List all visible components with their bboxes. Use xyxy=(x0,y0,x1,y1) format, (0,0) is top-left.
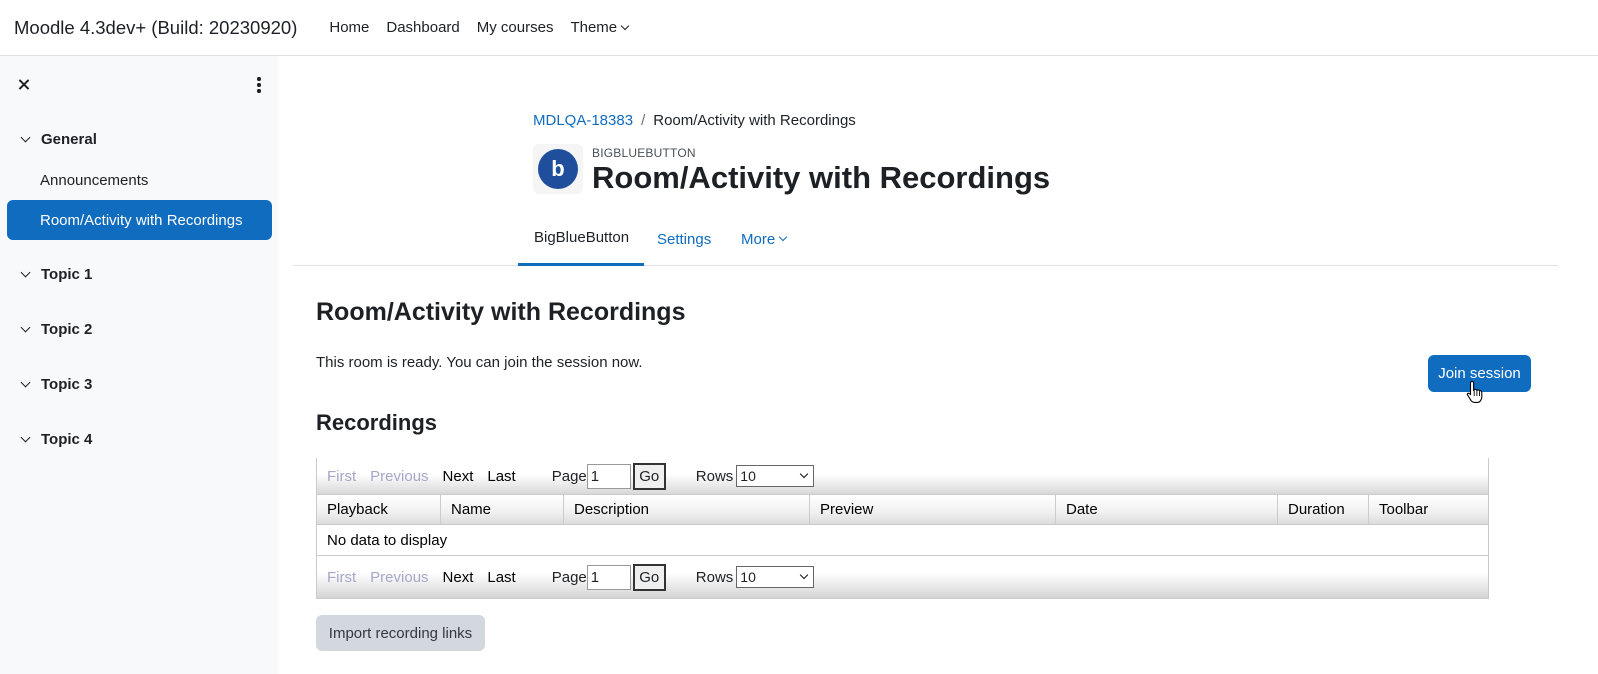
nav-home[interactable]: Home xyxy=(329,19,369,36)
section-general-label: General xyxy=(41,130,97,148)
chevron-down-icon xyxy=(20,432,31,442)
table-header: Playback Name Description Preview Date D… xyxy=(317,494,1488,525)
page-title: Room/Activity with Recordings xyxy=(592,160,1051,195)
go-button[interactable]: Go xyxy=(632,563,666,591)
activity-heading: Room/Activity with Recordings xyxy=(316,298,686,326)
kebab-menu-icon[interactable] xyxy=(252,75,266,95)
secondary-navigation: BigBlueButton Settings More xyxy=(293,212,1558,266)
page-number-input[interactable]: 1 xyxy=(586,564,631,590)
pager-previous: Previous xyxy=(370,467,429,485)
bigbluebutton-logo: b xyxy=(538,149,578,189)
bigbluebutton-icon: b xyxy=(533,144,583,194)
hand-pointer-icon xyxy=(1466,380,1483,403)
tab-label: Settings xyxy=(657,230,712,248)
section-topic-2[interactable]: Topic 2 xyxy=(18,317,92,341)
nav-theme-dropdown[interactable]: Theme xyxy=(570,19,630,36)
room-status-message: This room is ready. You can join the ses… xyxy=(316,354,643,371)
section-topic-1-label: Topic 1 xyxy=(41,265,93,283)
site-brand[interactable]: Moodle 4.3dev+ (Build: 20230920) xyxy=(14,17,297,39)
chevron-down-icon xyxy=(20,322,31,332)
rows-label: Rows xyxy=(695,568,734,586)
pager-first: First xyxy=(327,467,357,485)
page-label: Page xyxy=(551,467,587,485)
column-description[interactable]: Description xyxy=(564,495,810,524)
tab-settings[interactable]: Settings xyxy=(657,212,711,266)
tab-bigbluebutton[interactable]: BigBlueButton xyxy=(518,212,645,266)
column-duration[interactable]: Duration xyxy=(1278,495,1369,524)
primary-navigation: Home Dashboard My courses Theme xyxy=(329,19,645,36)
rows-select[interactable]: 10 xyxy=(736,566,815,588)
tab-label: More xyxy=(741,230,776,248)
section-topic-3-label: Topic 3 xyxy=(41,375,93,393)
module-type-label: BIGBLUEBUTTON xyxy=(592,146,696,160)
pager-previous: Previous xyxy=(370,568,429,586)
pager-last[interactable]: Last xyxy=(487,468,515,485)
course-item-label: Room/Activity with Recordings xyxy=(40,211,243,229)
empty-table-message: No data to display xyxy=(317,525,1488,556)
section-topic-3[interactable]: Topic 3 xyxy=(18,372,92,396)
nav-dashboard[interactable]: Dashboard xyxy=(386,19,459,36)
page-number-input[interactable]: 1 xyxy=(586,463,631,489)
section-topic-4[interactable]: Topic 4 xyxy=(18,427,92,451)
nav-my-courses-label: My courses xyxy=(476,19,554,36)
breadcrumb-course-link[interactable]: MDLQA-18383 xyxy=(533,112,633,129)
go-button[interactable]: Go xyxy=(632,462,666,490)
nav-my-courses[interactable]: My courses xyxy=(477,19,554,36)
paginator-bottom: First Previous Next Last Page 1 Go Rows … xyxy=(317,556,1488,598)
column-preview[interactable]: Preview xyxy=(810,495,1056,524)
course-item-room-activity[interactable]: Room/Activity with Recordings xyxy=(7,200,272,240)
top-navbar: Moodle 4.3dev+ (Build: 20230920) Home Da… xyxy=(0,0,1598,56)
chevron-down-icon xyxy=(778,232,788,242)
course-item-label: Announcements xyxy=(40,171,149,189)
chevron-down-icon xyxy=(20,267,31,277)
course-item-announcements[interactable]: Announcements xyxy=(7,160,272,200)
section-topic-2-label: Topic 2 xyxy=(41,320,93,338)
course-index-drawer: General Announcements Room/Activity with… xyxy=(0,56,278,674)
tab-label: BigBlueButton xyxy=(534,229,630,246)
rows-select-value: 10 xyxy=(740,468,756,484)
column-toolbar[interactable]: Toolbar xyxy=(1369,495,1488,524)
chevron-down-icon xyxy=(800,469,809,479)
pager-last[interactable]: Last xyxy=(487,569,515,586)
chevron-down-icon xyxy=(20,377,31,387)
close-icon[interactable] xyxy=(15,76,33,94)
nav-theme-label: Theme xyxy=(570,19,618,36)
column-playback[interactable]: Playback xyxy=(317,495,441,524)
rows-select-value: 10 xyxy=(740,569,756,585)
recordings-heading: Recordings xyxy=(316,410,438,435)
section-general[interactable]: General xyxy=(18,127,97,151)
breadcrumb: MDLQA-18383 / Room/Activity with Recordi… xyxy=(533,112,856,129)
import-recording-links-button[interactable]: Import recording links xyxy=(316,615,485,651)
section-topic-4-label: Topic 4 xyxy=(41,430,93,448)
chevron-down-icon xyxy=(800,570,809,580)
breadcrumb-current: Room/Activity with Recordings xyxy=(653,112,856,129)
nav-dashboard-label: Dashboard xyxy=(386,19,460,36)
column-date[interactable]: Date xyxy=(1056,495,1278,524)
page-label: Page xyxy=(551,568,587,586)
tab-more-dropdown[interactable]: More xyxy=(741,212,788,266)
pager-first: First xyxy=(327,568,357,586)
pager-next[interactable]: Next xyxy=(443,468,474,485)
rows-select[interactable]: 10 xyxy=(736,465,815,487)
pager-next[interactable]: Next xyxy=(443,569,474,586)
section-topic-1[interactable]: Topic 1 xyxy=(18,262,92,286)
nav-home-label: Home xyxy=(329,19,370,36)
chevron-down-icon xyxy=(20,132,31,142)
recordings-table: First Previous Next Last Page 1 Go Rows … xyxy=(316,458,1489,599)
paginator-top: First Previous Next Last Page 1 Go Rows … xyxy=(317,458,1488,494)
breadcrumb-separator: / xyxy=(641,112,646,129)
rows-label: Rows xyxy=(695,467,734,485)
column-name[interactable]: Name xyxy=(441,495,564,524)
chevron-down-icon xyxy=(620,21,630,30)
